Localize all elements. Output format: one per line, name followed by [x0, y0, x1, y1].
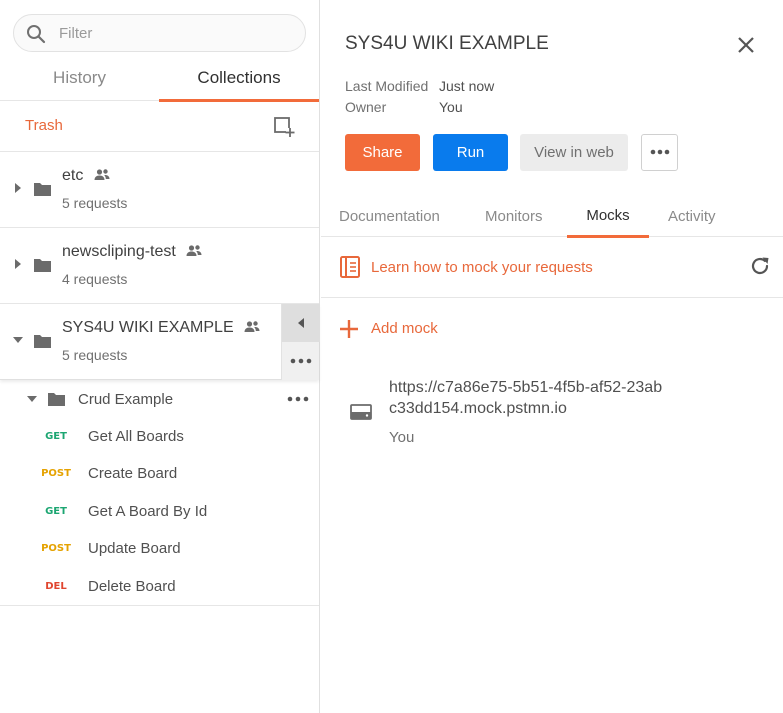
collection-name: newscliping-test: [62, 243, 202, 261]
folder-name: Crud Example: [78, 391, 174, 408]
request-item[interactable]: GET Get A Board By Id: [0, 494, 319, 531]
method-badge-get: GET: [45, 431, 67, 442]
collection-actions: [281, 304, 320, 380]
learn-mock-link[interactable]: Learn how to mock your requests: [371, 259, 593, 276]
collection-name-text: newscliping-test: [62, 243, 176, 260]
tab-activity[interactable]: Activity: [668, 208, 716, 225]
folder-icon: [48, 393, 65, 406]
search-input[interactable]: [59, 20, 294, 46]
request-name: Get A Board By Id: [88, 503, 208, 520]
mock-url[interactable]: https://c7a86e75-5b51-4f5b-af52-23abc33d…: [389, 377, 669, 419]
tab-history[interactable]: History: [0, 60, 159, 101]
share-button[interactable]: Share: [345, 134, 420, 171]
sidebar-tabs: History Collections: [0, 60, 319, 102]
server-icon: [350, 404, 372, 420]
method-badge-get: GET: [45, 506, 67, 517]
collection-details-panel: SYS4U WIKI EXAMPLE Last Modified Just no…: [321, 0, 783, 713]
team-icon: [94, 169, 110, 180]
more-icon[interactable]: [285, 392, 311, 406]
collection-item-selected[interactable]: SYS4U WIKI EXAMPLE 5 requests: [0, 304, 320, 380]
collapse-button[interactable]: [282, 304, 320, 342]
panel-tabs: Documentation Monitors Mocks Activity: [321, 196, 783, 238]
collection-name-text: etc: [62, 167, 84, 184]
request-name: Delete Board: [88, 578, 176, 595]
collapse-left-icon: [298, 318, 304, 328]
trash-row: Trash: [0, 101, 319, 152]
collection-name: SYS4U WIKI EXAMPLE: [62, 319, 260, 337]
collection-name-text: SYS4U WIKI EXAMPLE: [62, 319, 234, 336]
plus-icon: [340, 320, 358, 338]
folder-icon: [34, 335, 51, 348]
divider: [0, 605, 319, 606]
collection-more-button[interactable]: [282, 342, 320, 380]
caret-right-icon[interactable]: [13, 259, 23, 269]
learn-row: Learn how to mock your requests: [321, 237, 783, 298]
collection-item[interactable]: etc 5 requests: [0, 152, 319, 228]
collection-item[interactable]: newscliping-test 4 requests: [0, 228, 319, 304]
collection-name: etc: [62, 167, 110, 185]
tab-collections[interactable]: Collections: [159, 60, 319, 102]
request-item[interactable]: POST Update Board: [0, 531, 319, 568]
collection-meta: 4 requests: [62, 271, 128, 287]
view-in-web-button[interactable]: View in web: [520, 134, 628, 171]
sidebar: History Collections Trash etc 5 requests…: [0, 0, 320, 713]
mock-item[interactable]: https://c7a86e75-5b51-4f5b-af52-23abc33d…: [321, 374, 783, 454]
add-mock-label: Add mock: [371, 320, 438, 337]
last-modified-value: Just now: [439, 78, 495, 94]
request-name: Update Board: [88, 540, 181, 557]
request-name: Create Board: [88, 465, 178, 482]
search-box[interactable]: [13, 14, 306, 52]
more-icon: [650, 149, 670, 155]
folder-icon: [34, 259, 51, 272]
owner-value: You: [439, 99, 463, 115]
tab-monitors[interactable]: Monitors: [485, 208, 543, 225]
search-icon: [27, 25, 46, 44]
method-badge-post: POST: [41, 543, 71, 554]
caret-right-icon[interactable]: [13, 183, 23, 193]
close-icon[interactable]: [735, 34, 757, 56]
tab-documentation[interactable]: Documentation: [339, 208, 440, 225]
run-button[interactable]: Run: [433, 134, 508, 171]
panel-title: SYS4U WIKI EXAMPLE: [345, 33, 549, 54]
more-icon: [290, 358, 312, 364]
request-name: Get All Boards: [88, 428, 184, 445]
trash-link[interactable]: Trash: [25, 117, 63, 134]
new-collection-icon[interactable]: [273, 116, 295, 138]
team-icon: [186, 245, 202, 256]
request-item[interactable]: DEL Delete Board: [0, 569, 319, 606]
caret-down-icon[interactable]: [13, 335, 23, 345]
mock-owner: You: [389, 429, 415, 446]
folder-item[interactable]: Crud Example: [0, 380, 319, 418]
team-icon: [244, 321, 260, 332]
last-modified-label: Last Modified: [345, 78, 429, 94]
method-badge-post: POST: [41, 468, 71, 479]
request-item[interactable]: GET Get All Boards: [0, 419, 319, 456]
tab-mocks[interactable]: Mocks: [567, 196, 649, 238]
collection-meta: 5 requests: [62, 195, 128, 211]
collection-meta: 5 requests: [62, 347, 128, 363]
request-item[interactable]: POST Create Board: [0, 456, 319, 493]
method-badge-delete: DEL: [45, 581, 67, 592]
more-actions-button[interactable]: [641, 134, 678, 171]
caret-down-icon[interactable]: [27, 394, 37, 404]
refresh-icon[interactable]: [749, 255, 771, 277]
owner-label: Owner: [345, 99, 387, 115]
book-icon: [340, 256, 360, 278]
folder-icon: [34, 183, 51, 196]
